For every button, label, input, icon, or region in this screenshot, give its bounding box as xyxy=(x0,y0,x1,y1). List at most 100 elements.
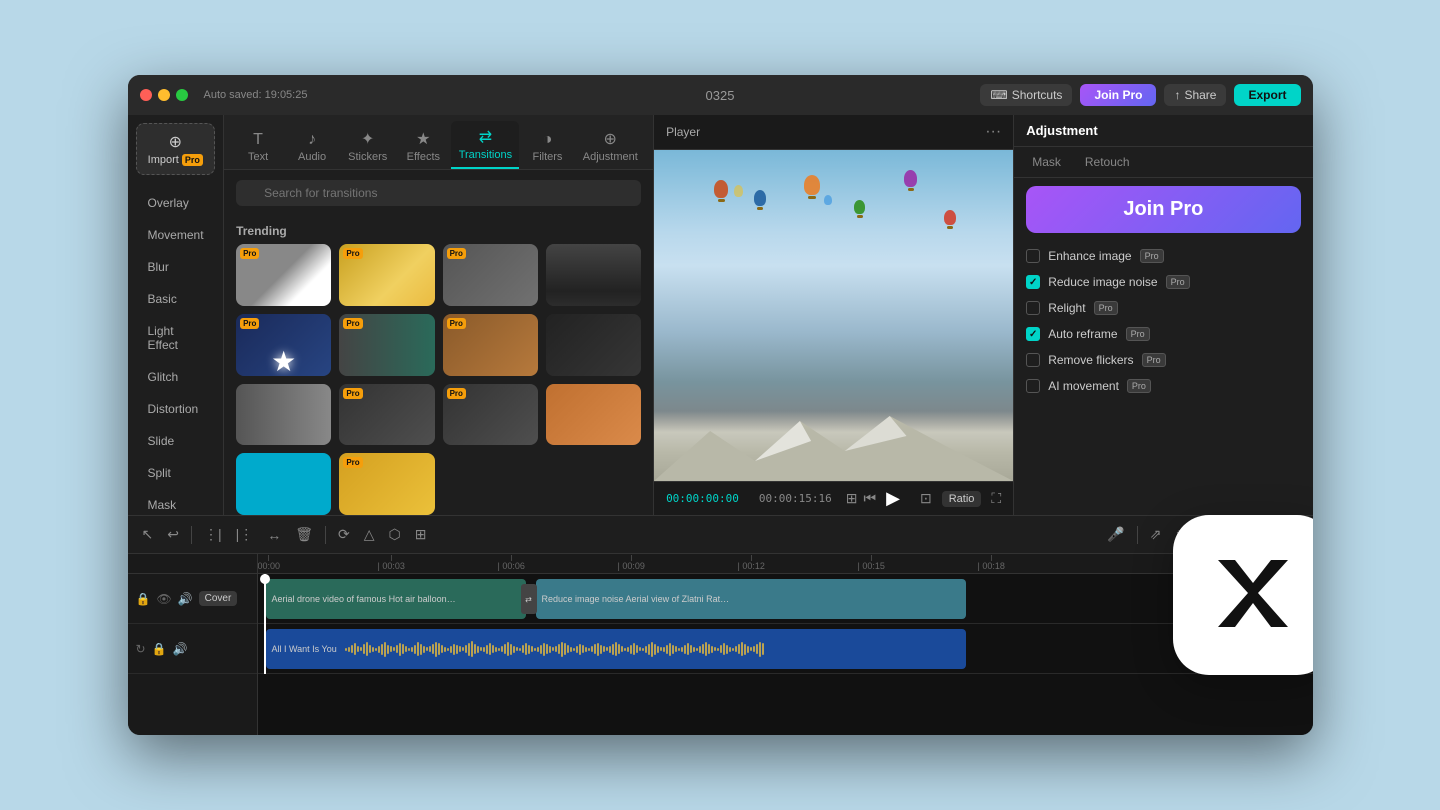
trim-tool[interactable]: |⋮ xyxy=(232,524,258,545)
play-button[interactable]: ▶ xyxy=(886,488,900,509)
speed-tool[interactable]: ⟳ xyxy=(334,524,354,545)
tab-audio[interactable]: ♪ Audio xyxy=(286,125,338,169)
transition-thumb xyxy=(236,384,331,446)
balloon-1 xyxy=(714,180,728,202)
sidebar-item-movement[interactable]: Movement xyxy=(132,220,220,250)
sidebar-item-overlay[interactable]: Overlay xyxy=(132,188,220,218)
left-panel: ⊕ Import Pro Overlay Movement Blur Basic… xyxy=(128,115,225,515)
transitions-grid: Pro Space Flip Pro ⬇ Golden Flare Pro St… xyxy=(224,244,653,515)
import-button[interactable]: ⊕ Import Pro xyxy=(136,123,216,175)
list-item[interactable] xyxy=(236,453,331,515)
tab-filters[interactable]: ◑ Filters xyxy=(521,125,573,169)
sidebar-item-mask[interactable]: Mask xyxy=(132,490,220,515)
pro-badge: Pro xyxy=(343,388,362,399)
eye-icon[interactable]: 👁 xyxy=(156,592,171,606)
transition-thumb: Pro ⬇ xyxy=(339,244,434,306)
link-tool-1[interactable]: ⇗ xyxy=(1146,524,1166,545)
enhance-checkbox[interactable] xyxy=(1026,249,1040,263)
ratio-button[interactable]: Ratio xyxy=(942,491,982,507)
player-controls: 00:00:00:00 00:00:15:16 ⊞ ⏮ ▶ ⊡ Ratio ⛶ xyxy=(654,481,1013,515)
cover-button[interactable]: Cover xyxy=(199,591,238,606)
sidebar-item-basic[interactable]: Basic xyxy=(132,284,220,314)
video-track-2[interactable]: Reduce image noise Aerial view of Zlatni… xyxy=(536,579,966,619)
transform-tool[interactable]: △ xyxy=(360,524,379,545)
sidebar-item-blur[interactable]: Blur xyxy=(132,252,220,282)
crop-icon[interactable]: ⊡ xyxy=(920,490,932,507)
close-button[interactable] xyxy=(140,89,152,101)
join-pro-button[interactable]: Join Pro xyxy=(1080,84,1156,106)
share-button[interactable]: ↑ Share xyxy=(1164,84,1226,106)
tab-retouch[interactable]: Retouch xyxy=(1075,151,1140,173)
relight-label: Relight xyxy=(1048,301,1085,315)
tab-adjustment[interactable]: ⊕ Adjustment xyxy=(575,123,645,169)
undo-tool[interactable]: ↩ xyxy=(163,524,183,545)
mic-tool[interactable]: 🎤 xyxy=(1103,524,1128,545)
video-track-1[interactable]: Aerial drone video of famous Hot air bal… xyxy=(266,579,526,619)
app-icon-svg xyxy=(1203,545,1303,645)
transition-thumb xyxy=(546,384,641,446)
delete-tool[interactable]: 🗑 xyxy=(291,524,317,545)
list-item[interactable]: Pro ★ Star Inhalation xyxy=(236,314,331,376)
transition-thumb: Pro ⬇ xyxy=(443,314,538,376)
relight-checkbox[interactable] xyxy=(1026,301,1040,315)
tab-transitions[interactable]: ⇄ Transitions xyxy=(451,121,519,169)
autoreframe-label: Auto reframe xyxy=(1048,327,1117,341)
maximize-button[interactable] xyxy=(176,89,188,101)
tab-effects[interactable]: ★ Effects xyxy=(397,123,449,169)
list-item[interactable]: ⬇ Shutter II xyxy=(546,244,641,306)
list-item[interactable] xyxy=(546,384,641,446)
minimize-button[interactable] xyxy=(158,89,170,101)
flicker-checkbox[interactable] xyxy=(1026,353,1040,367)
lock-icon-2[interactable]: 🔒 xyxy=(152,642,167,656)
sidebar-item-distortion[interactable]: Distortion xyxy=(132,394,220,424)
prev-icon[interactable]: ⏮ xyxy=(864,490,877,507)
grid-icon[interactable]: ⊞ xyxy=(846,490,858,507)
transition-thumb xyxy=(236,453,331,515)
mountains xyxy=(654,411,1013,481)
select-tool[interactable]: ↖ xyxy=(138,524,158,545)
join-pro-card[interactable]: Join Pro xyxy=(1026,186,1300,233)
list-item[interactable]: Pro xyxy=(339,453,434,515)
sidebar-item-split[interactable]: Split xyxy=(132,458,220,488)
export-button[interactable]: Export xyxy=(1234,84,1300,106)
timeline-tracks: 00:00 | 00:03 | 00:06 | 00:09 xyxy=(258,554,1313,735)
transition-marker[interactable]: ⇄ xyxy=(521,584,537,614)
aimovement-checkbox[interactable] xyxy=(1026,379,1040,393)
shape-tool[interactable]: ⬡ xyxy=(385,524,405,545)
list-item[interactable]: Pro Disto...Sweep xyxy=(339,384,434,446)
search-input[interactable] xyxy=(236,180,641,206)
tab-mask[interactable]: Mask xyxy=(1022,151,1071,173)
sidebar-item-slide[interactable]: Slide xyxy=(132,426,220,456)
audio-waveform xyxy=(343,629,966,669)
list-item[interactable]: ⬇ Backgr...tching xyxy=(546,314,641,376)
extend-tool[interactable]: ↔ xyxy=(263,525,285,545)
tab-stickers[interactable]: ✦ Stickers xyxy=(340,123,395,169)
list-item[interactable]: Pro ⬇ Three... Zoom xyxy=(443,314,538,376)
sidebar-item-light-effect[interactable]: Light Effect xyxy=(132,316,220,360)
list-item[interactable]: Pro ⬇ Sliding...mories xyxy=(339,314,434,376)
track-labels: 🔒 👁 🔊 Cover ↻ 🔒 🔊 xyxy=(128,554,258,735)
list-item[interactable]: Pro ⬇ Golden Flare xyxy=(339,244,434,306)
crop-tool[interactable]: ⊞ xyxy=(411,524,431,545)
list-item[interactable]: Pro xyxy=(443,384,538,446)
adjustment-title: Adjustment xyxy=(1026,123,1098,138)
list-item[interactable]: Pro Streamer I xyxy=(443,244,538,306)
pro-badge: Pro xyxy=(240,248,259,259)
player-menu-icon[interactable]: ··· xyxy=(985,123,1001,141)
list-item[interactable]: Pro Space Flip xyxy=(236,244,331,306)
noise-checkbox[interactable]: ✓ xyxy=(1026,275,1040,289)
loop-icon[interactable]: ↻ xyxy=(136,642,146,656)
fullscreen-icon[interactable]: ⛶ xyxy=(991,490,1001,507)
lock-icon[interactable]: 🔒 xyxy=(136,592,151,606)
list-item[interactable]: Shake III xyxy=(236,384,331,446)
audio-track[interactable]: All I Want Is You xyxy=(266,629,966,669)
tab-text[interactable]: T Text xyxy=(232,125,284,169)
sidebar-item-glitch[interactable]: Glitch xyxy=(132,362,220,392)
autoreframe-checkbox[interactable]: ✓ xyxy=(1026,327,1040,341)
shortcuts-button[interactable]: ⌨ Shortcuts xyxy=(980,84,1072,106)
volume-icon-2[interactable]: 🔊 xyxy=(173,642,188,656)
volume-icon[interactable]: 🔊 xyxy=(178,592,193,606)
ruler-mark-3: | 00:09 xyxy=(618,555,645,571)
tab-bar: T Text ♪ Audio ✦ Stickers ★ Effects ⇄ xyxy=(224,115,653,170)
split-tool[interactable]: ⋮| xyxy=(200,524,226,545)
